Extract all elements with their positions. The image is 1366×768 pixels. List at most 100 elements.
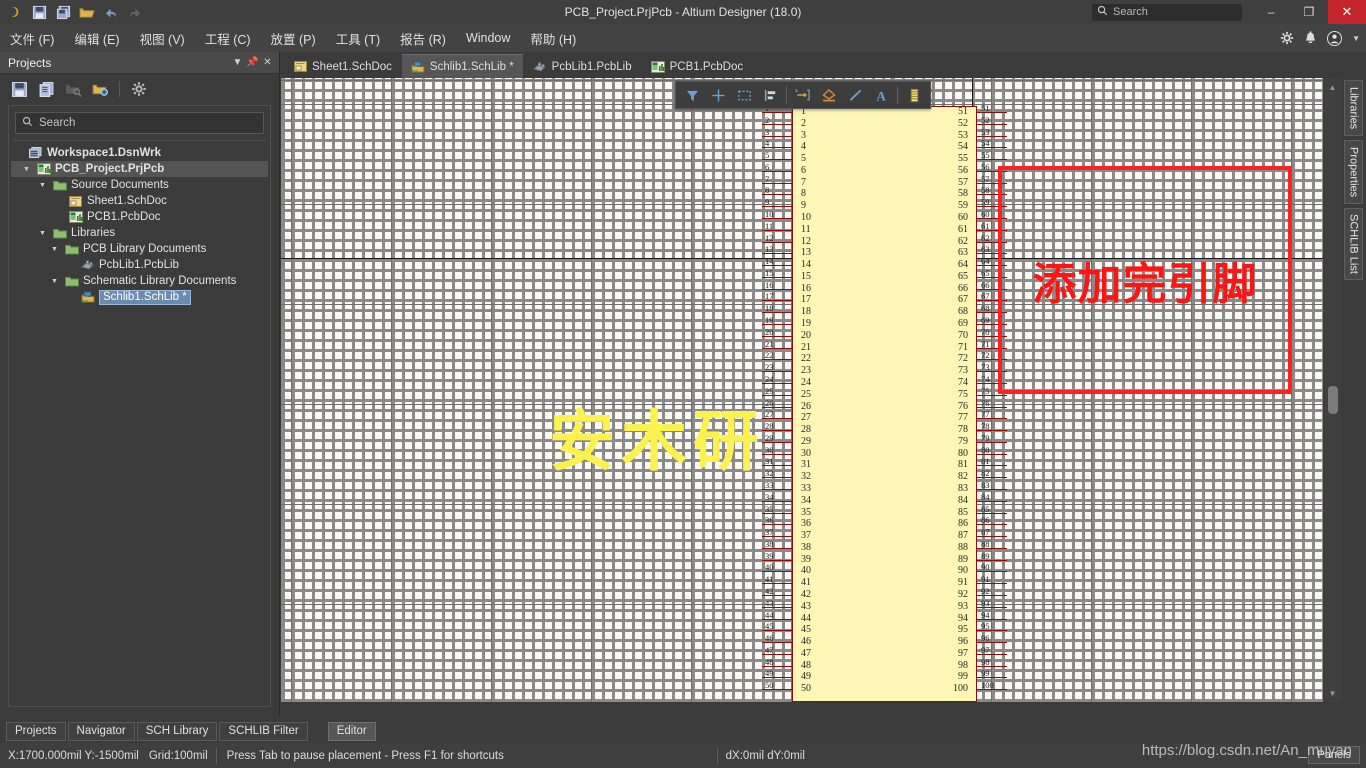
pin-designator: 10 bbox=[765, 209, 774, 220]
save-icon[interactable] bbox=[28, 2, 50, 22]
pin-designator: 32 bbox=[765, 468, 774, 479]
place-text-icon[interactable]: A bbox=[869, 83, 893, 107]
global-search-input[interactable]: Search bbox=[1092, 3, 1242, 21]
scroll-down-icon[interactable]: ▼ bbox=[1324, 686, 1341, 700]
menu-project[interactable]: 工程 (C) bbox=[195, 24, 261, 52]
tree-item-pcblib1-pcblib[interactable]: PcbLib1.PcbLib bbox=[11, 257, 268, 273]
tree-item-pcb-library-documents[interactable]: ▼ PCB Library Documents bbox=[11, 241, 268, 257]
panel-tab-navigator[interactable]: Navigator bbox=[67, 721, 135, 741]
panel-tab-projects[interactable]: Projects bbox=[6, 721, 66, 741]
menu-place[interactable]: 放置 (P) bbox=[261, 24, 326, 52]
menu-help[interactable]: 帮助 (H) bbox=[520, 24, 586, 52]
pin-name: 12 bbox=[801, 235, 811, 247]
folder-icon bbox=[52, 228, 67, 239]
bell-icon[interactable] bbox=[1304, 31, 1317, 45]
panels-button[interactable]: Panels bbox=[1308, 746, 1360, 764]
pin-designator: 72 bbox=[981, 350, 990, 361]
menu-window[interactable]: Window bbox=[456, 24, 520, 52]
gear-icon[interactable] bbox=[128, 78, 150, 100]
pin-name: 94 bbox=[958, 612, 968, 624]
right-panel-tabs: Libraries Properties SCHLIB List bbox=[1341, 78, 1366, 719]
pin-designator: 93 bbox=[981, 597, 990, 608]
tab-sheet1-schdoc[interactable]: Sheet1.SchDoc bbox=[285, 54, 401, 78]
pin-designator: 13 bbox=[765, 244, 774, 255]
close-button[interactable]: ✕ bbox=[1328, 0, 1366, 24]
save-icon[interactable] bbox=[8, 78, 30, 100]
filter-funnel-icon[interactable] bbox=[680, 83, 704, 107]
panel-tab-schlib-filter[interactable]: SCHLIB Filter bbox=[219, 721, 308, 741]
tab-pcb1-pcbdoc[interactable]: PCB1.PcbDoc bbox=[641, 54, 753, 78]
canvas-vertical-scrollbar[interactable]: ▲ ▼ bbox=[1324, 78, 1341, 702]
right-tab-schlib-list[interactable]: SCHLIB List bbox=[1344, 208, 1363, 280]
tree-item-sheet1-schdoc[interactable]: Sheet1.SchDoc bbox=[11, 193, 268, 209]
pin-designator: 19 bbox=[765, 315, 774, 326]
open-folder-icon[interactable] bbox=[76, 2, 98, 22]
document-tab-bar: Sheet1.SchDoc Schlib1.SchLib * PcbLib1.P… bbox=[281, 52, 1341, 78]
panel-tab-editor[interactable]: Editor bbox=[327, 721, 376, 741]
pin-designator: 80 bbox=[981, 444, 990, 455]
workspace-icon bbox=[28, 147, 43, 159]
right-tab-libraries[interactable]: Libraries bbox=[1344, 80, 1363, 136]
crosshair-move-icon[interactable] bbox=[706, 83, 730, 107]
folder-options-icon[interactable] bbox=[89, 78, 111, 100]
tab-schlib1-schlib[interactable]: Schlib1.SchLib * bbox=[401, 54, 523, 78]
chevron-down-icon[interactable]: ▼ bbox=[1352, 34, 1360, 43]
tree-item-workspace[interactable]: Workspace1.DsnWrk bbox=[11, 145, 268, 161]
tree-expand-arrow[interactable]: ▼ bbox=[51, 278, 60, 285]
tree-expand-arrow[interactable]: ▼ bbox=[39, 230, 48, 237]
tree-item-libraries[interactable]: ▼ Libraries bbox=[11, 225, 268, 241]
pin-name: 19 bbox=[801, 318, 811, 330]
menu-reports[interactable]: 报告 (R) bbox=[390, 24, 456, 52]
user-icon[interactable] bbox=[1327, 30, 1343, 46]
schematic-canvas[interactable]: 1122334455667788991010111112121313141415… bbox=[281, 78, 1323, 702]
projects-search-input[interactable]: Search bbox=[15, 112, 264, 134]
pin-name: 18 bbox=[801, 306, 811, 318]
pin-designator: 23 bbox=[765, 362, 774, 373]
tree-expand-arrow[interactable]: ▼ bbox=[39, 182, 48, 189]
align-icon[interactable] bbox=[758, 83, 782, 107]
place-component-icon[interactable] bbox=[902, 83, 926, 107]
pin-name: 98 bbox=[958, 659, 968, 671]
search-folder-icon[interactable] bbox=[62, 78, 84, 100]
pin-designator: 91 bbox=[981, 574, 990, 585]
vertical-scroll-thumb[interactable] bbox=[1328, 386, 1338, 414]
menu-edit[interactable]: 编辑 (E) bbox=[64, 24, 129, 52]
close-icon[interactable]: ✕ bbox=[260, 57, 275, 68]
pin-name: 71 bbox=[958, 341, 968, 353]
right-tab-properties[interactable]: Properties bbox=[1344, 140, 1363, 204]
place-shape-icon[interactable] bbox=[817, 83, 841, 107]
tree-expand-arrow[interactable]: ▼ bbox=[51, 246, 60, 253]
menu-tools[interactable]: 工具 (T) bbox=[326, 24, 390, 52]
pin-designator: 67 bbox=[981, 291, 990, 302]
pin-designator: 100 bbox=[981, 680, 994, 691]
pin-designator: 95 bbox=[981, 621, 990, 632]
gear-icon[interactable] bbox=[1280, 31, 1294, 45]
menu-file[interactable]: 文件 (F) bbox=[0, 24, 64, 52]
tree-item-pcb1-pcbdoc[interactable]: PCB1.PcbDoc bbox=[11, 209, 268, 225]
altium-logo-icon bbox=[4, 2, 26, 22]
minimize-button[interactable]: – bbox=[1252, 0, 1290, 24]
schdoc-icon bbox=[68, 195, 83, 207]
menu-view[interactable]: 视图 (V) bbox=[130, 24, 195, 52]
selection-rectangle-icon[interactable] bbox=[732, 83, 756, 107]
pin-designator: 33 bbox=[765, 479, 774, 490]
undo-icon[interactable] bbox=[100, 2, 122, 22]
tree-expand-arrow[interactable]: ▼ bbox=[23, 166, 32, 173]
place-line-icon[interactable] bbox=[843, 83, 867, 107]
documents-icon[interactable] bbox=[35, 78, 57, 100]
save-all-icon[interactable] bbox=[52, 2, 74, 22]
place-pin-icon[interactable]: 1 bbox=[791, 83, 815, 107]
tab-pcblib1-pcblib[interactable]: PcbLib1.PcbLib bbox=[523, 54, 641, 78]
panel-tab-sch-library[interactable]: SCH Library bbox=[136, 721, 218, 741]
pin-name: 91 bbox=[958, 577, 968, 589]
tree-item-schlib1-schlib[interactable]: Schlib1.SchLib * bbox=[11, 289, 268, 305]
pin-designator: 43 bbox=[765, 597, 774, 608]
restore-button[interactable]: ❐ bbox=[1290, 0, 1328, 24]
tree-item-schematic-library-documents[interactable]: ▼ Schematic Library Documents bbox=[11, 273, 268, 289]
tree-item-pcb-project[interactable]: ▼ PCB_Project.PrjPcb bbox=[11, 161, 268, 177]
chevron-down-icon[interactable]: ▼ bbox=[230, 57, 245, 68]
schdoc-icon bbox=[294, 61, 307, 72]
pin-icon[interactable]: 📌 bbox=[245, 57, 260, 68]
tree-item-source-documents[interactable]: ▼ Source Documents bbox=[11, 177, 268, 193]
scroll-up-icon[interactable]: ▲ bbox=[1324, 80, 1341, 94]
